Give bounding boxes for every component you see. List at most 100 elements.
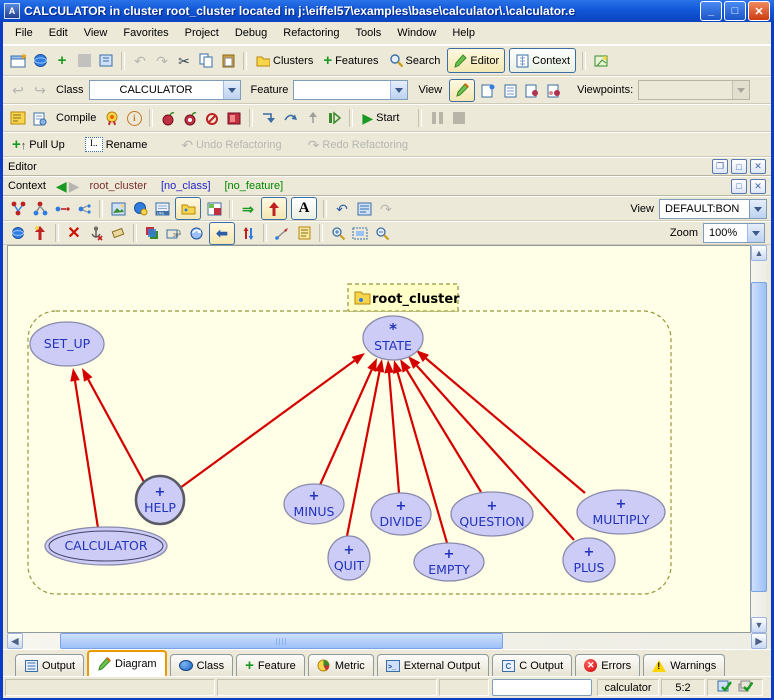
menu-file[interactable]: File (7, 25, 41, 41)
diagram-node-empty[interactable]: +EMPTY (414, 543, 484, 581)
uml-view-icon[interactable]: UML (151, 198, 173, 219)
add-item-icon[interactable]: + (51, 50, 73, 71)
tab-metric[interactable]: Metric (308, 654, 374, 676)
diagram-undo-icon[interactable]: ↶ (331, 198, 353, 219)
save-icon[interactable] (73, 50, 95, 71)
class-combobox[interactable]: CALCULATOR (89, 80, 241, 100)
inheritance-arrow-divide-to-state[interactable] (384, 360, 399, 493)
inheritance-tool-toggle[interactable] (261, 197, 287, 220)
context-toggle[interactable]: Context (509, 48, 576, 73)
melt-icon[interactable] (101, 108, 123, 129)
run-no-stop-icon[interactable] (323, 108, 345, 129)
menu-favorites[interactable]: Favorites (115, 25, 176, 41)
force-layout-icon[interactable] (129, 198, 151, 219)
diagram-node-quit[interactable]: +QUIT (328, 536, 370, 580)
diagram-node-plus[interactable]: +PLUS (563, 538, 615, 582)
save-all-icon[interactable] (95, 50, 117, 71)
context-back-icon[interactable]: ◀ (56, 179, 67, 193)
diagram-history-icon[interactable] (353, 198, 375, 219)
maximize-panel-icon[interactable]: □ (731, 159, 747, 174)
status-search-input[interactable] (492, 679, 592, 696)
eraser-icon[interactable] (107, 223, 129, 244)
freeze-icon[interactable] (157, 108, 179, 129)
menu-debug[interactable]: Debug (227, 25, 275, 41)
diagram-node-question[interactable]: +QUESTION (451, 492, 533, 536)
context-class-link[interactable]: [no_class] (161, 180, 211, 192)
go-to-target-icon[interactable]: ⇒ (237, 198, 259, 219)
inheritance-links-icon[interactable] (7, 198, 29, 219)
scroll-up-icon[interactable]: ▲ (751, 245, 767, 261)
cut-icon[interactable]: ✂ (173, 50, 195, 71)
feature-combo-arrow-icon[interactable] (390, 81, 407, 99)
menu-edit[interactable]: Edit (41, 25, 76, 41)
notes-icon[interactable] (293, 223, 315, 244)
class-view-icon[interactable] (203, 198, 225, 219)
external-editor-icon[interactable] (590, 50, 612, 71)
paste-icon[interactable] (217, 50, 239, 71)
class-combo-arrow-icon[interactable] (223, 81, 240, 99)
start-button[interactable]: ▶ Start (357, 110, 404, 126)
cluster-view-toggle[interactable] (175, 197, 201, 220)
diagram-canvas[interactable]: SET_UP*STATE+HELPCALCULATOR+MINUS+QUIT+D… (7, 245, 751, 633)
cancel-compile-icon[interactable] (201, 108, 223, 129)
zoom-out-icon[interactable] (371, 223, 393, 244)
diagram-node-help[interactable]: +HELP (136, 476, 184, 524)
finalize-icon[interactable] (179, 108, 201, 129)
tab-diagram[interactable]: Diagram (87, 650, 167, 676)
text-tool-toggle[interactable]: A (291, 197, 317, 220)
c-compile-icon[interactable] (223, 108, 245, 129)
tab-c-output[interactable]: C C Output (492, 654, 572, 676)
fit-to-screen-icon[interactable] (349, 223, 371, 244)
scroll-down-icon[interactable]: ▼ (751, 617, 767, 633)
close-panel-icon[interactable]: ✕ (750, 159, 766, 174)
new-class-icon[interactable] (29, 223, 51, 244)
menu-project[interactable]: Project (177, 25, 227, 41)
inheritance-arrow-minus-to-state[interactable] (320, 358, 377, 485)
inheritance-arrow-help-to-state[interactable] (180, 353, 365, 488)
diagram-node-calculator[interactable]: CALCULATOR (45, 527, 167, 565)
cluster-label-box[interactable]: root_cluster (348, 284, 460, 311)
refresh-layout-icon[interactable] (185, 223, 207, 244)
tab-output[interactable]: Output (15, 654, 84, 676)
feature-combobox[interactable] (293, 80, 408, 100)
diagram-node-divide[interactable]: +DIVIDE (371, 493, 431, 535)
class-diagram[interactable]: SET_UP*STATE+HELPCALCULATOR+MINUS+QUIT+D… (8, 246, 751, 633)
copy-icon[interactable] (195, 50, 217, 71)
diagram-node-multiply[interactable]: +MULTIPLY (577, 490, 665, 534)
client-links-icon[interactable] (51, 198, 73, 219)
tab-warnings[interactable]: Warnings (643, 654, 725, 676)
close-button[interactable]: ✕ (748, 1, 770, 21)
diagram-view-dropdown[interactable] (749, 199, 767, 219)
maximize-button[interactable]: □ (724, 1, 746, 21)
export-image-icon[interactable] (107, 198, 129, 219)
diagram-view-combobox[interactable]: DEFAULT:BON (659, 199, 749, 219)
tab-external-output[interactable]: >_ External Output (377, 654, 489, 676)
rotate-icon[interactable]: 30° (163, 223, 185, 244)
color-settings-icon[interactable] (141, 223, 163, 244)
inheritance-arrow-multiply-to-state[interactable] (416, 350, 585, 493)
float-panel-icon[interactable]: ❐ (712, 159, 728, 174)
features-button[interactable]: + Features (318, 52, 383, 69)
vertical-scroll-thumb[interactable] (751, 282, 767, 592)
context-cluster-link[interactable]: root_cluster (89, 180, 146, 192)
zoom-combobox[interactable]: 100% (703, 223, 765, 243)
open-project-icon[interactable] (29, 50, 51, 71)
minimize-button[interactable]: _ (700, 1, 722, 21)
menu-tools[interactable]: Tools (348, 25, 390, 41)
horizontal-scrollbar[interactable]: ◀ |||| ▶ (7, 633, 767, 649)
clusters-button[interactable]: Clusters (251, 53, 318, 69)
vertical-scrollbar[interactable]: ▲ ▼ (751, 245, 767, 633)
supplier-links-icon[interactable] (29, 198, 51, 219)
flat-view-icon[interactable] (499, 80, 521, 101)
fit-to-window-toggle[interactable]: ⬅ (209, 222, 235, 245)
inheritance-arrow-help-to-set_up[interactable] (82, 368, 144, 482)
basic-text-view-icon[interactable] (449, 79, 475, 102)
step-into-icon[interactable] (257, 108, 279, 129)
project-settings-icon[interactable] (7, 108, 29, 129)
pull-up-button[interactable]: +↑ Pull Up (7, 136, 70, 153)
info-icon[interactable]: i (123, 108, 145, 129)
compile-icon[interactable] (29, 108, 51, 129)
remove-anchor-icon[interactable] (85, 223, 107, 244)
search-button[interactable]: Search (384, 53, 446, 69)
close-context-icon[interactable]: ✕ (750, 179, 766, 194)
